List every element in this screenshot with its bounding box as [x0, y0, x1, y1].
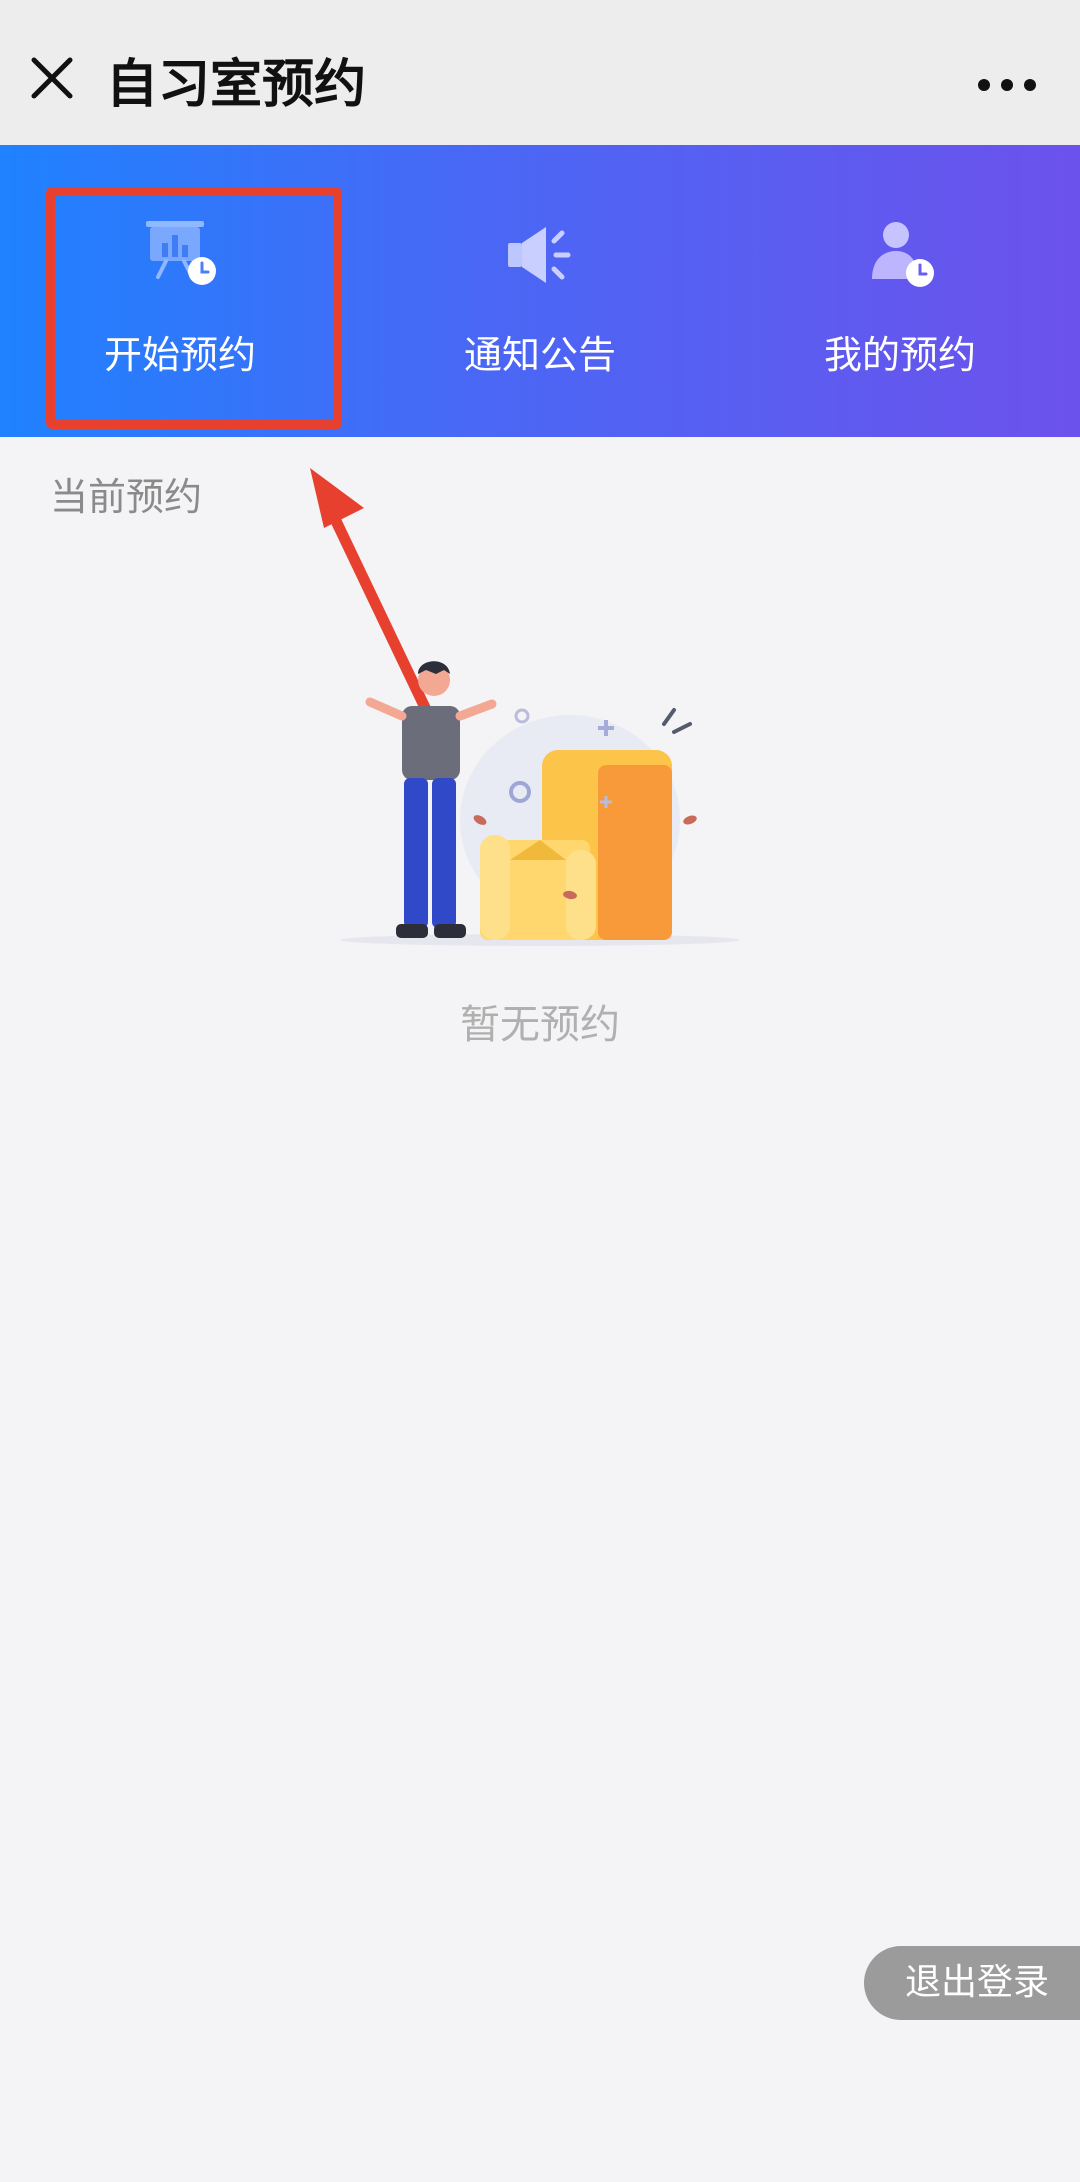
nav-label-start-reservation: 开始预约	[103, 333, 256, 377]
section-title-current: 当前预约	[50, 475, 203, 519]
logout-button[interactable]: 退出登录	[864, 1946, 1080, 2020]
nav-start-reservation[interactable]: 开始预约	[0, 145, 360, 437]
page-title: 自习室预约	[106, 55, 367, 115]
top-bar: 自习室预约	[0, 0, 1080, 146]
nav-label-my-reservations: 我的预约	[823, 333, 976, 377]
nav-my-reservations[interactable]: 我的预约	[720, 145, 1080, 437]
nav-announcements[interactable]: 通知公告	[360, 145, 720, 437]
nav-label-announcements: 通知公告	[463, 333, 616, 377]
more-button[interactable]	[972, 60, 1042, 110]
empty-state-text: 暂无预约	[460, 1002, 620, 1048]
empty-state-illustration	[340, 661, 740, 946]
megaphone-icon	[508, 227, 571, 283]
nav-banner: 开始预约 通知公告 我的预约	[0, 145, 1080, 437]
close-button[interactable]	[22, 48, 82, 108]
user-clock-icon	[872, 222, 934, 287]
close-icon	[31, 57, 73, 99]
presentation-clock-icon	[146, 221, 216, 285]
more-dots-icon	[978, 79, 1036, 91]
